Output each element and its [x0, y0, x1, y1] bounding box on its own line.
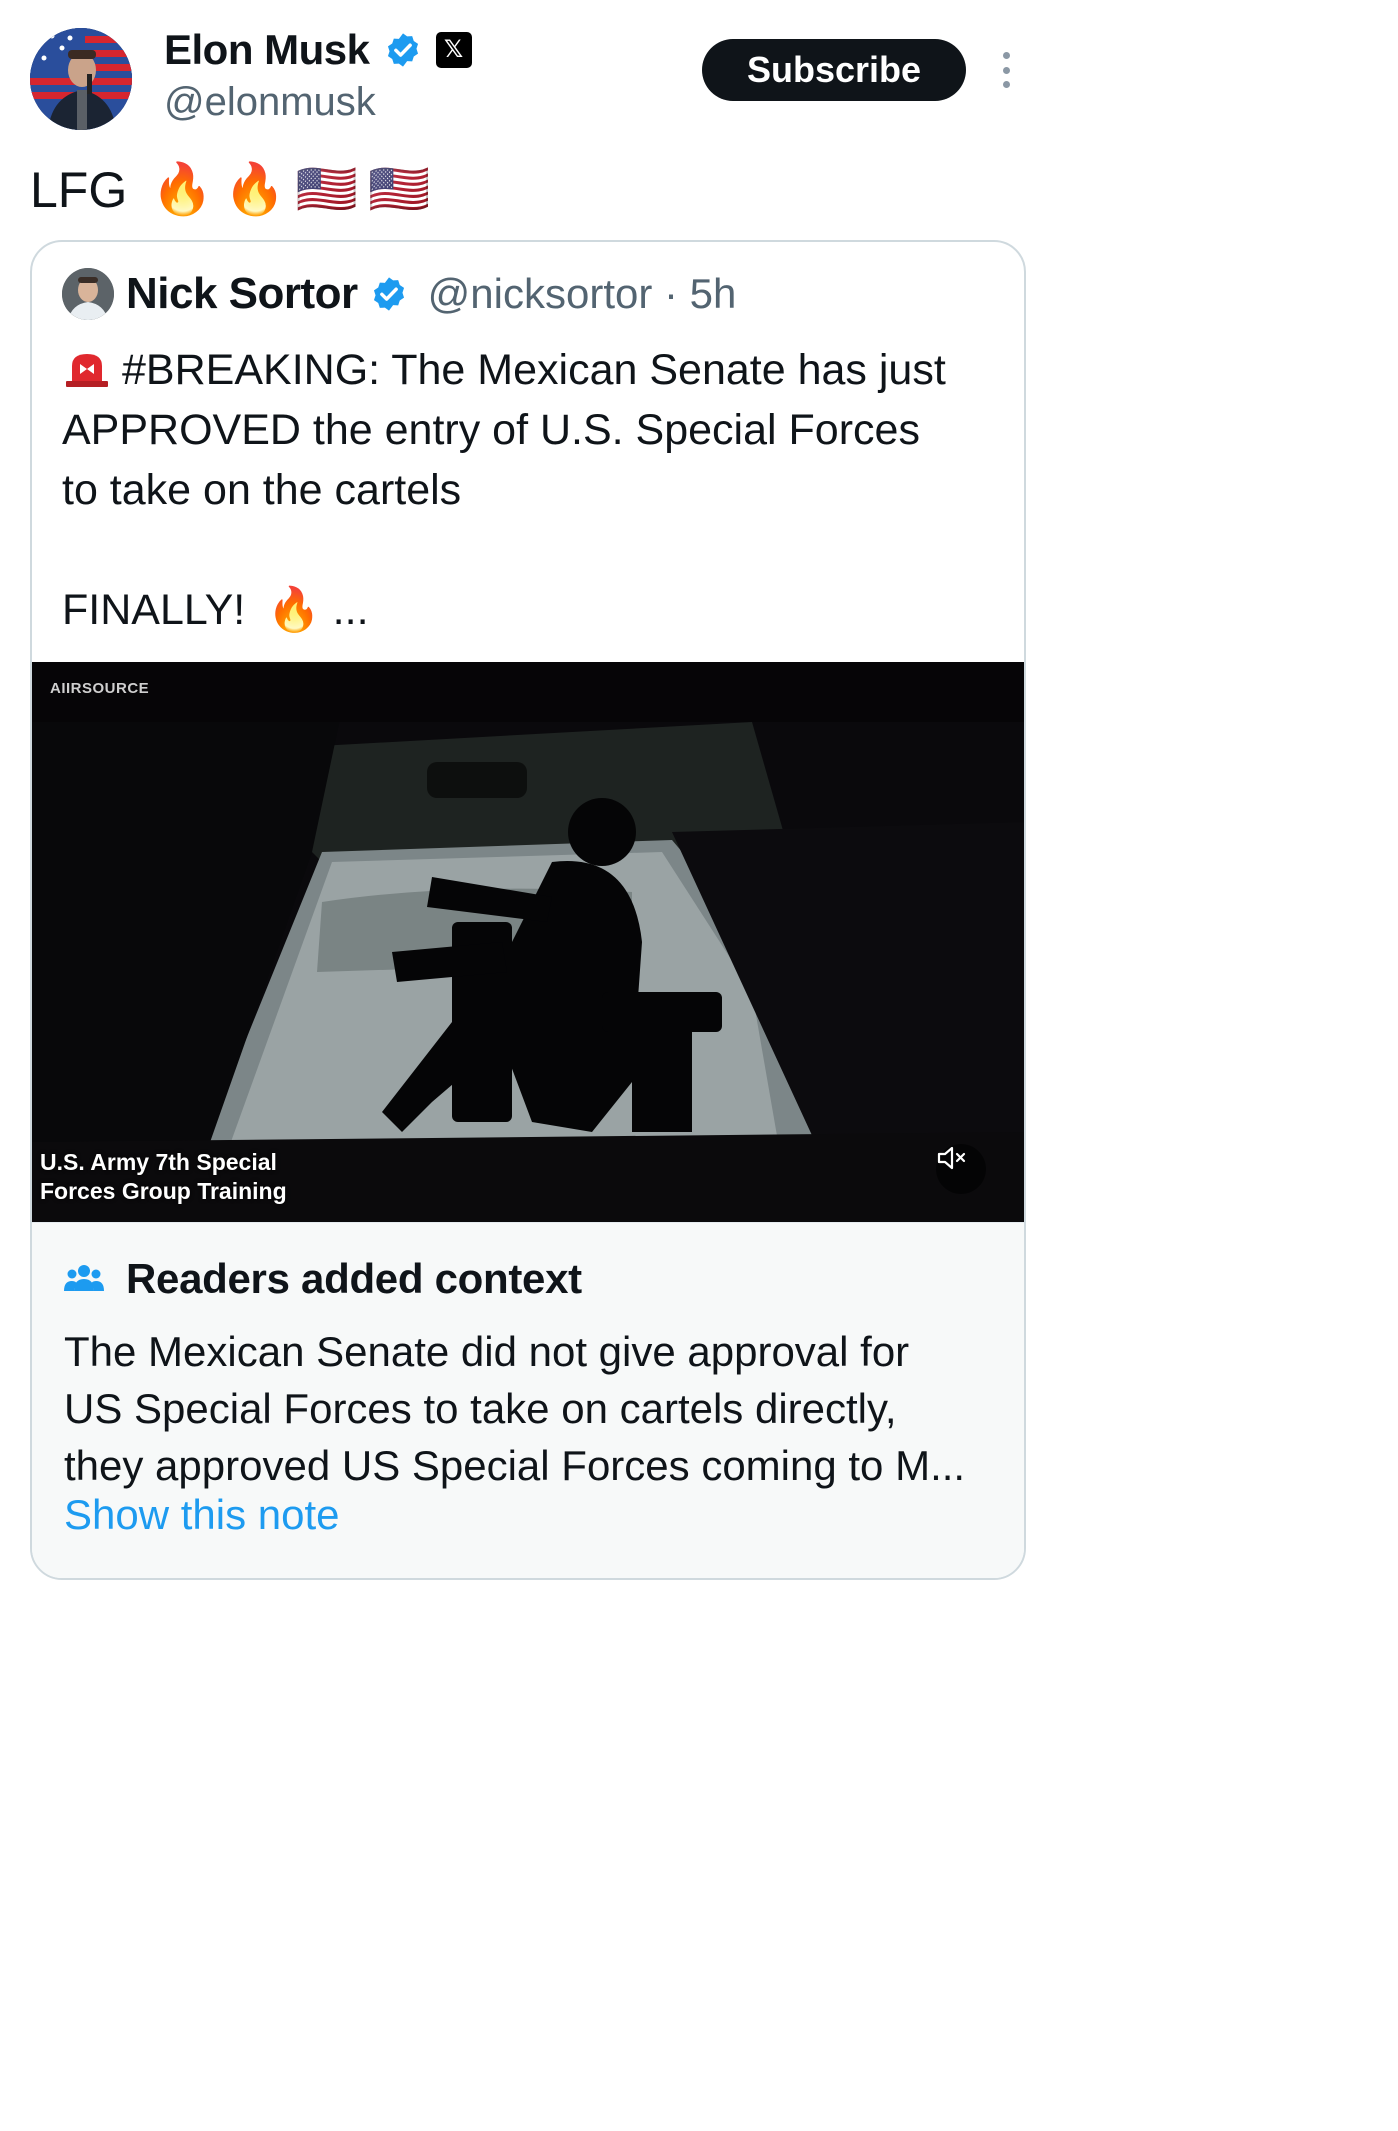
community-note-body: The Mexican Senate did not give approval… [64, 1323, 1004, 1494]
quoted-body-line: #BREAKING: The Mexican Senate has just [122, 346, 946, 394]
video-source-label: AIIRSOURCE [50, 680, 150, 697]
video-caption-line: U.S. Army 7th Special [40, 1149, 277, 1175]
author-name[interactable]: Elon Musk [164, 26, 370, 74]
video-caption-line: Forces Group Training [40, 1178, 287, 1204]
quoted-ellipsis: ... [332, 586, 369, 634]
community-note-title: Readers added context [126, 1255, 582, 1302]
verified-badge-icon [387, 33, 418, 67]
more-vertical-icon[interactable] [996, 52, 1016, 88]
quoted-author-handle[interactable]: @nicksortor · 5h [428, 270, 737, 318]
quoted-author-avatar[interactable] [62, 268, 114, 320]
author-name-row: Elon Musk 𝕏 [164, 24, 472, 76]
community-note-line: US Special Forces to take on cartels dir… [64, 1385, 897, 1432]
community-note[interactable]: Readers added context The Mexican Senate… [32, 1222, 1024, 1578]
post-text-content: LFG [30, 161, 128, 218]
volume-muted-icon[interactable] [936, 1144, 986, 1194]
quoted-post-text: #BREAKING: The Mexican Senate has just A… [62, 340, 1012, 640]
video-frame [32, 662, 1024, 1222]
author-handle[interactable]: @elonmusk [164, 80, 376, 125]
us-flag-emoji: 🇺🇸 [295, 161, 359, 217]
subscribe-button[interactable]: Subscribe [702, 39, 966, 101]
verified-badge-icon [373, 277, 404, 311]
fire-emoji: 🔥 [151, 161, 214, 217]
community-note-header: Readers added context [64, 1255, 582, 1303]
quoted-body-line: APPROVED the entry of U.S. Special Force… [62, 406, 920, 454]
community-note-line: The Mexican Senate did not give approval… [64, 1328, 910, 1375]
fire-emoji: 🔥 [267, 586, 321, 634]
quoted-post-card[interactable]: Nick Sortor @nicksortor · 5h #BREAKING: … [30, 240, 1026, 1580]
quoted-post-header: Nick Sortor @nicksortor · 5h [62, 266, 736, 322]
quoted-finally-text: FINALLY! [62, 586, 246, 634]
video-caption: U.S. Army 7th Special Forces Group Train… [40, 1148, 287, 1206]
us-flag-emoji: 🇺🇸 [368, 161, 431, 217]
people-icon [64, 1265, 104, 1291]
quoted-body-line: to take on the cartels [62, 466, 462, 514]
quoted-author-name[interactable]: Nick Sortor [126, 269, 358, 319]
community-note-line: they approved US Special Forces coming t… [64, 1442, 966, 1489]
x-logo-icon: 𝕏 [435, 32, 472, 68]
show-note-link[interactable]: Show this note [64, 1491, 340, 1539]
quoted-video[interactable]: AIIRSOURCE U.S. Army 7th Special Forces … [32, 662, 1024, 1222]
rotating-light-icon [66, 354, 108, 387]
post-text: LFG 🔥 🔥 🇺🇸 🇺🇸 [30, 160, 430, 219]
author-avatar[interactable] [30, 28, 132, 130]
fire-emoji: 🔥 [223, 161, 286, 217]
